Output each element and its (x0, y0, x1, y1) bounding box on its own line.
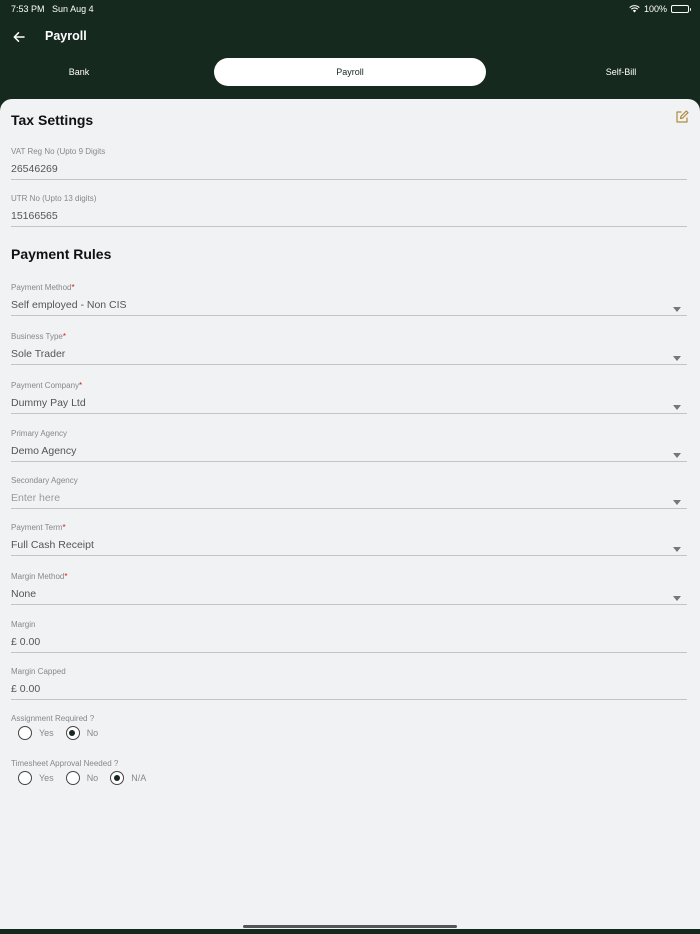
assignment-yes-label[interactable]: Yes (39, 728, 54, 738)
utr-label: UTR No (Upto 13 digits) (11, 194, 97, 203)
secondary-agency-label: Secondary Agency (11, 476, 78, 485)
chevron-down-icon (673, 547, 681, 552)
tab-payroll[interactable]: Payroll (214, 58, 486, 86)
edit-button[interactable] (675, 110, 689, 124)
margin-capped-value: £ 0.00 (11, 683, 41, 695)
margin-method-underline (11, 604, 687, 605)
tab-self-bill[interactable]: Self-Bill (550, 58, 692, 86)
primary-agency-value: Demo Agency (11, 445, 77, 457)
payment-company-underline (11, 413, 687, 414)
status-time: 7:53 PM Sun Aug 4 (11, 4, 94, 14)
assignment-no-label[interactable]: No (87, 728, 99, 738)
status-time-text: 7:53 PM (11, 4, 45, 14)
margin-capped-underline (11, 699, 687, 700)
timesheet-na-radio[interactable] (110, 771, 125, 785)
payment-method-label: Payment Method* (11, 283, 75, 292)
assignment-required-label: Assignment Required ? (11, 714, 95, 723)
timesheet-no-radio[interactable] (65, 771, 80, 785)
payment-term-value: Full Cash Receipt (11, 539, 94, 551)
chevron-down-icon (673, 596, 681, 601)
status-right: 100% (629, 4, 691, 14)
battery-icon (671, 5, 691, 13)
margin-capped-label: Margin Capped (11, 667, 66, 676)
vat-reg-value: 26546269 (11, 163, 58, 175)
primary-agency-select[interactable]: Primary Agency Demo Agency (11, 429, 687, 462)
arrow-left-icon (13, 32, 25, 42)
margin-field[interactable]: Margin £ 0.00 (11, 620, 687, 653)
chevron-down-icon (673, 500, 681, 505)
back-button[interactable] (8, 26, 30, 48)
timesheet-yes-label[interactable]: Yes (39, 773, 54, 783)
business-type-value: Sole Trader (11, 348, 66, 360)
margin-capped-field[interactable]: Margin Capped £ 0.00 (11, 667, 687, 700)
secondary-agency-select[interactable]: Secondary Agency Enter here (11, 476, 687, 509)
payment-company-select[interactable]: Payment Company* Dummy Pay Ltd (11, 381, 687, 414)
primary-agency-underline (11, 461, 687, 462)
timesheet-yes-radio[interactable] (18, 771, 32, 785)
business-type-label: Business Type* (11, 332, 67, 341)
tab-bank[interactable]: Bank (0, 58, 158, 86)
payment-rules-title: Payment Rules (11, 246, 112, 262)
secondary-agency-placeholder: Enter here (11, 492, 61, 504)
margin-method-value: None (11, 588, 37, 600)
battery-percent: 100% (643, 4, 667, 14)
margin-method-label: Margin Method* (11, 572, 68, 581)
utr-underline (11, 226, 687, 227)
vat-reg-field[interactable]: VAT Reg No (Upto 9 Digits 26546269 (11, 147, 687, 180)
chevron-down-icon (673, 453, 681, 458)
assignment-yes-radio[interactable] (18, 726, 32, 740)
payment-term-label: Payment Term* (11, 523, 66, 532)
wifi-icon (629, 5, 640, 13)
business-type-underline (11, 364, 687, 365)
margin-value: £ 0.00 (11, 636, 41, 648)
margin-underline (11, 652, 687, 653)
payroll-content: Tax Settings VAT Reg No (Upto 9 Digits 2… (0, 99, 700, 929)
assignment-required-group: Assignment Required ? Yes No (11, 714, 98, 740)
utr-value: 15166565 (11, 210, 58, 222)
assignment-no-radio[interactable] (65, 726, 80, 740)
secondary-agency-underline (11, 508, 687, 509)
tax-settings-title: Tax Settings (11, 112, 94, 128)
chevron-down-icon (673, 405, 681, 410)
nav-bar: Payroll (0, 24, 700, 50)
status-date: Sun Aug 4 (52, 4, 94, 14)
payment-method-underline (11, 315, 687, 316)
timesheet-no-label[interactable]: No (87, 773, 99, 783)
payment-method-value: Self employed - Non CIS (11, 299, 127, 311)
chevron-down-icon (673, 356, 681, 361)
payment-term-select[interactable]: Payment Term* Full Cash Receipt (11, 523, 687, 556)
margin-label: Margin (11, 620, 36, 629)
payment-company-label: Payment Company* (11, 381, 83, 390)
timesheet-approval-group: Timesheet Approval Needed ? Yes No N/A (11, 759, 146, 785)
chevron-down-icon (673, 307, 681, 312)
page-title: Payroll (45, 29, 87, 43)
assignment-required-options: Yes No (18, 726, 110, 740)
timesheet-approval-options: Yes No N/A (18, 771, 158, 785)
edit-icon (676, 110, 689, 123)
timesheet-approval-label: Timesheet Approval Needed ? (11, 759, 119, 768)
tab-bar: Bank Payroll Self-Bill (0, 58, 700, 86)
utr-field[interactable]: UTR No (Upto 13 digits) 15166565 (11, 194, 687, 227)
payment-term-underline (11, 555, 687, 556)
vat-reg-label: VAT Reg No (Upto 9 Digits (11, 147, 106, 156)
payment-company-value: Dummy Pay Ltd (11, 397, 86, 409)
business-type-select[interactable]: Business Type* Sole Trader (11, 332, 687, 365)
status-bar: 7:53 PM Sun Aug 4 100% (0, 0, 700, 18)
timesheet-na-label[interactable]: N/A (131, 773, 146, 783)
primary-agency-label: Primary Agency (11, 429, 68, 438)
payment-method-select[interactable]: Payment Method* Self employed - Non CIS (11, 283, 687, 316)
home-indicator (243, 925, 457, 928)
margin-method-select[interactable]: Margin Method* None (11, 572, 687, 605)
vat-reg-underline (11, 179, 687, 180)
